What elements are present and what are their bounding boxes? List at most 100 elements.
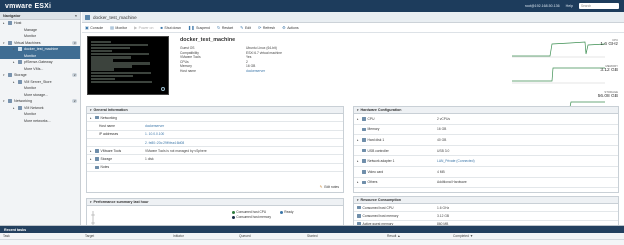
expand-arrow-icon[interactable]: ▸ [357, 159, 360, 163]
console-power-icon [161, 87, 165, 91]
nav-item-label: Storage [14, 73, 27, 78]
general-row-value[interactable]: dockerserver [142, 124, 343, 128]
help-menu[interactable]: Help [566, 4, 573, 8]
general-row-key: IP addresses [99, 132, 119, 137]
toolbar-label: Shut down [164, 25, 181, 30]
edit-button[interactable]: ✎ Edit [240, 25, 251, 30]
console-button[interactable]: ▣ Console [85, 25, 103, 30]
general-row-value[interactable]: 2. fe80::20c:29ff:fea4:8d08 [142, 141, 343, 145]
task-column-header[interactable]: Initiator [170, 234, 236, 238]
resource-row: Consumed host memory 3.12 GB [354, 212, 618, 221]
task-column-header[interactable]: Task [0, 234, 82, 238]
hardware-row: ▸ Others Additional Hardware [354, 178, 618, 189]
user-menu[interactable]: root@192.168.50.136 [525, 4, 560, 8]
expand-arrow-icon[interactable]: ▸ [357, 138, 360, 142]
hardware-row: ▸ CPU 2 vCPUs [354, 114, 618, 125]
restart-button[interactable]: ↻ Restart [217, 25, 233, 30]
hardware-icon [362, 127, 366, 132]
hardware-row-value: 2 vCPUs [437, 116, 451, 121]
vm-icon [85, 14, 90, 20]
edit-notes-button[interactable]: ✎ Edit notes [320, 185, 339, 189]
toolbar-label: Console [90, 25, 104, 30]
expand-toggle-icon[interactable]: ▸ [13, 80, 16, 84]
nav-item-label: Monitor [24, 53, 36, 58]
expand-toggle-icon[interactable]: ▾ [13, 47, 16, 51]
expand-toggle-icon[interactable]: ▸ [13, 106, 16, 110]
hardware-icon [362, 117, 366, 121]
nav-item-icon [8, 21, 12, 26]
nav-item-label: More VMs... [24, 66, 44, 71]
vm-detail-key: VMware Tools [180, 55, 201, 60]
task-column-header[interactable]: Started [304, 234, 384, 238]
vm-detail-value: ESXi 6.7 virtual machine [246, 50, 282, 55]
hardware-configuration-panel: ▾ Hardware Configuration ▸ CPU 2 vCPUs Memor… [353, 106, 619, 193]
hardware-row-key: CPU [367, 116, 375, 121]
general-information-panel: ▾ General Information ▸ Networking Host nam… [86, 106, 344, 193]
legend-dot [232, 215, 236, 219]
nav-item-icon [8, 99, 12, 104]
hardware-row-value: 16 GB [437, 127, 447, 132]
hardware-row-value: 4 MB [437, 169, 445, 174]
nav-item-label: More networks... [24, 118, 51, 123]
row-type-icon [95, 165, 99, 170]
panel-icon: ▾ [90, 200, 92, 204]
resource-row: Consumed host CPU 1.6 GHz [354, 204, 618, 213]
power-on-icon: ▶ [134, 25, 138, 30]
hardware-icon [362, 180, 366, 185]
hardware-title: Hardware Configuration [360, 108, 402, 112]
vm-console-thumbnail[interactable] [87, 36, 169, 95]
resource-row-value: 1.6 GHz [437, 205, 450, 210]
hardware-row-value: 40 GB [437, 137, 447, 142]
refresh-button[interactable]: ⟳ Refresh [258, 25, 275, 30]
expand-arrow-icon[interactable]: ▸ [90, 149, 93, 153]
navigator-panel: Navigator « ▸ Host Manage Monitor ▾ Virtual Ma… [0, 12, 81, 225]
toolbar-label: Suspend [196, 25, 210, 30]
nav-item-icon [8, 40, 12, 45]
legend-label: Consumed host CPU [236, 210, 267, 214]
row-type-icon [95, 149, 99, 153]
vm-name: docker_test_machine [180, 37, 236, 43]
hardware-row-key: Video card [367, 169, 384, 174]
console-icon: ▣ [85, 25, 89, 30]
task-column-header[interactable]: Target [82, 234, 170, 238]
meter-value: 1.6 GHz [600, 42, 618, 48]
nav-item-icon [18, 79, 22, 84]
expand-arrow-icon[interactable]: ▸ [90, 116, 93, 120]
general-row-value[interactable]: 1. 10.0.0.100 [142, 132, 343, 136]
search-input[interactable]: Search [579, 3, 619, 9]
recent-tasks-panel: Recent tasks Task Target Initiator Queued St… [0, 225, 624, 245]
hardware-row-key: Hard disk 1 [367, 137, 385, 142]
shut-down-button[interactable]: ■ Shut down [160, 25, 180, 30]
hardware-icon [362, 138, 366, 142]
expand-toggle-icon[interactable]: ▾ [3, 99, 6, 103]
expand-toggle-icon[interactable]: ▸ [13, 60, 16, 64]
power-on-button[interactable]: ▶ Power on [134, 25, 153, 30]
nav-item-label: VM Server_Store [24, 79, 52, 84]
general-row-value: VMware Tools is not managed by vSphere [145, 148, 207, 153]
task-column-header[interactable]: Completed ▼ [450, 234, 624, 238]
task-column-header[interactable]: Result ▲ [384, 234, 450, 238]
general-row: ▸ VMware Tools VMware Tools is not managed… [87, 147, 343, 156]
hardware-row-key-cell: Memory [354, 127, 434, 131]
expand-toggle-icon[interactable]: ▸ [3, 21, 6, 25]
nav-item-more-networks-[interactable]: More networks... [0, 118, 80, 125]
expand-arrow-icon[interactable]: ▸ [357, 180, 360, 184]
general-row: Notes [87, 164, 343, 173]
vm-detail-value[interactable]: dockerserver [246, 69, 265, 73]
resource-row-key-cell: Consumed host CPU [354, 206, 434, 210]
expand-arrow-icon[interactable]: ▸ [90, 157, 93, 161]
general-row: IP addresses 1. 10.0.0.100 [87, 131, 343, 139]
collapse-icon[interactable]: « [75, 13, 77, 18]
actions-button[interactable]: ⚙ Actions [282, 25, 299, 30]
nav-item-label: Networking [14, 99, 32, 104]
general-row-key-cell: IP addresses [87, 132, 142, 136]
edit-notes-label: Edit notes [324, 185, 339, 189]
task-column-header[interactable]: Queued [236, 234, 304, 238]
expand-arrow-icon[interactable]: ▸ [357, 117, 360, 121]
expand-toggle-icon[interactable]: ▾ [3, 73, 6, 77]
hardware-row-value[interactable]: LAN_Private (Connected) [434, 159, 618, 163]
suspend-button[interactable]: ❚❚ Suspend [188, 25, 210, 30]
monitor-button[interactable]: ▤ Monitor [110, 25, 127, 30]
nav-item-icon [18, 47, 22, 52]
expand-toggle-icon[interactable]: ▾ [3, 41, 6, 45]
